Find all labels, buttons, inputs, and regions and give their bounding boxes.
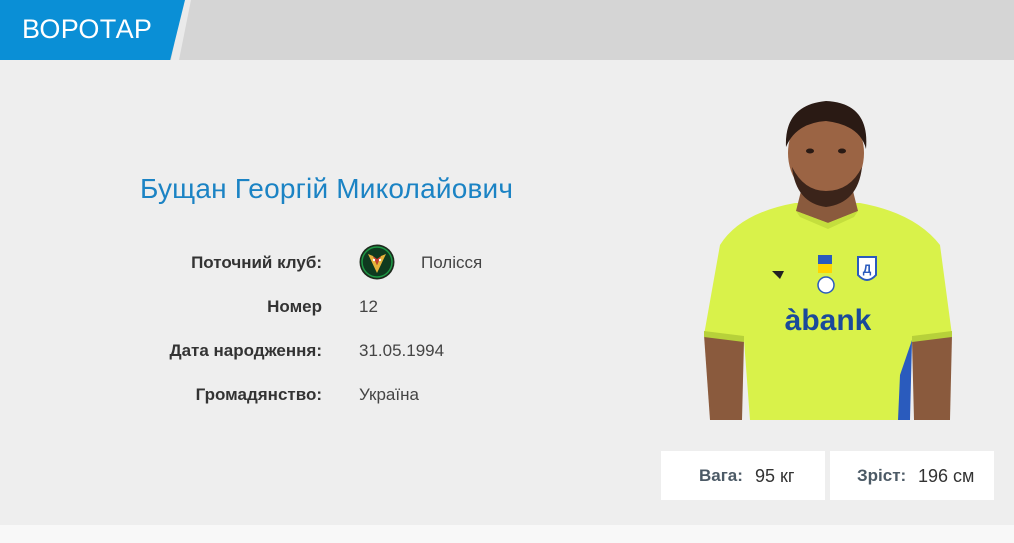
height-value: 196 см [918,466,975,486]
club-logo-icon[interactable] [359,244,395,280]
birthdate-label: Дата народження: [169,341,322,360]
club-label: Поточний клуб: [191,253,322,272]
weight-value: 95 кг [755,466,795,486]
height-stat: Зріст: 196 см [830,451,994,500]
citizenship-label: Громадянство: [195,385,322,404]
number-label: Номер [267,297,322,316]
svg-text:Д: Д [863,262,872,276]
weight-stat: Вага: 95 кг [661,451,825,500]
card-footer-strip [0,525,1014,543]
info-row-birthdate: Дата народження: 31.05.1994 [0,341,600,371]
info-row-number: Номер 12 [0,297,600,327]
club-name[interactable]: Полісся [421,253,482,273]
player-name: Бущан Георгій Миколайович [140,173,514,204]
position-tab: ВОРОТАР [0,0,185,60]
number-value: 12 [359,297,378,316]
player-photo: Д àbank [704,101,952,420]
info-row-citizenship: Громадянство: Україна [0,385,600,415]
jersey-sponsor-text: àbank [785,304,872,337]
height-label: Зріст: [857,466,907,485]
citizenship-value: Україна [359,385,419,404]
birthdate-value: 31.05.1994 [359,341,445,360]
weight-label: Вага: [699,466,743,485]
info-row-club: Поточний клуб: Полісся [0,244,600,283]
position-label: ВОРОТАР [22,14,153,44]
